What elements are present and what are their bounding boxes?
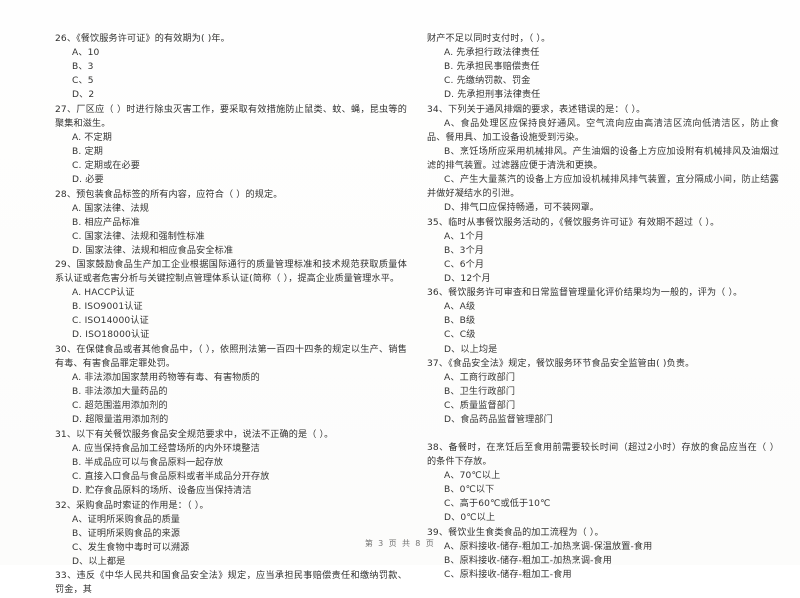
option-b: B、B级 bbox=[444, 316, 476, 327]
page-number-text: 第 3 页 共 8 页 bbox=[364, 539, 436, 548]
question-33-continuation: 财产不足以同时支付时，（ ）。 A. 先承担行政法律责任 B. 先承担民事赔偿责… bbox=[427, 32, 779, 102]
question-39: 39、餐饮业生食类食品的加工流程为（ ）。 A、原料接收-储存-粗加工-加热烹调… bbox=[427, 526, 779, 582]
question-31: 31、以下有关餐饮服务食品安全规范要求中，说法不正确的是（ ）。 A. 应当保持… bbox=[55, 428, 407, 498]
question-37: 37、《食品安全法》规定，餐饮服务环节食品安全监管由( )负责。 A、工商行政部… bbox=[427, 357, 779, 427]
option-c: C、质量监督部门 bbox=[444, 401, 516, 412]
option-c: C. ISO14000认证 bbox=[72, 316, 149, 327]
option-b: B、0℃以下 bbox=[444, 484, 495, 495]
option-a: A. 国家法律、法规 bbox=[72, 203, 149, 214]
option-c: C. 先缴纳罚款、罚金 bbox=[444, 76, 531, 87]
option-c: C. 国家法律、法规和强制性标准 bbox=[72, 231, 205, 242]
question-stem: 32、采购食品时索证的作用是：（ ）。 bbox=[55, 500, 209, 511]
question-30: 30、在保健食品或者其他食品中，（ ），依照刑法第一百四十四条的规定以生产、销售… bbox=[55, 343, 407, 427]
option-d: D、排气口应保持畅通，可不装网罩。 bbox=[444, 203, 600, 214]
option-d: D. 超限量滥用添加剂的 bbox=[72, 415, 169, 426]
option-a: A、工商行政部门 bbox=[444, 373, 516, 384]
option-d: D、以上都是 bbox=[72, 556, 126, 567]
option-d: D、以上均是 bbox=[444, 344, 498, 355]
option-d: D、2 bbox=[72, 90, 95, 101]
option-c: C、5 bbox=[72, 76, 94, 87]
option-c: C、产生大量蒸汽的设备上方应加设机械排风排气装置，宜分隔成小间，防止结露并做好凝… bbox=[427, 174, 779, 200]
question-stem: 26、《餐饮服务许可证》的有效期为( )年。 bbox=[55, 34, 230, 44]
page-columns: 26、《餐饮服务许可证》的有效期为( )年。 A、10 B、3 C、5 D、2 … bbox=[0, 32, 800, 598]
question-29: 29、国家鼓励食品生产加工企业根据国际通行的质量管理标准和技术规范获取质量体系认… bbox=[55, 258, 407, 342]
option-a: A、70℃以上 bbox=[444, 470, 501, 481]
question-stem: 27、厂区应（ ）时进行除虫灭害工作，要采取有效措施防止鼠类、蚊、蝇，昆虫等的聚… bbox=[55, 104, 407, 129]
question-stem: 35、临时从事餐饮服务活动的，《餐饮服务许可证》有效期不超过（ ）。 bbox=[427, 217, 720, 228]
option-c: C. 直接入口食品与食品原料或者半成品分开存放 bbox=[72, 471, 270, 482]
option-b: B、烹饪场所应采用机械排风。产生油烟的设备上方应加设附有机械排风及油烟过滤的排气… bbox=[427, 146, 779, 171]
question-27: 27、厂区应（ ）时进行除虫灭害工作，要采取有效措施防止鼠类、蚊、蝇，昆虫等的聚… bbox=[55, 103, 407, 187]
option-d: D、12个月 bbox=[444, 273, 491, 284]
option-b: B. 定期 bbox=[72, 146, 103, 157]
question-32: 32、采购食品时索证的作用是：（ ）。 A、证明所采购食品的质量 B、证明所采购… bbox=[55, 499, 407, 569]
option-c: C、高于60℃或低于10℃ bbox=[444, 499, 551, 509]
question-stem: 38、备餐时，在烹饪后至食用前需要较长时间（超过2小时）存放的食品应当在（ ）的… bbox=[427, 442, 779, 467]
page-footer: 第 3 页 共 8 页 bbox=[0, 538, 800, 549]
scanned-page: 26、《餐饮服务许可证》的有效期为( )年。 A、10 B、3 C、5 D、2 … bbox=[0, 0, 800, 595]
option-a: A. 应当保持食品加工经营场所的内外环境整洁 bbox=[72, 443, 260, 454]
option-b: B. 相应产品标准 bbox=[72, 217, 140, 228]
question-stem: 31、以下有关餐饮服务食品安全规范要求中，说法不正确的是（ ）。 bbox=[55, 429, 334, 440]
option-a: A、证明所采购食品的质量 bbox=[72, 514, 181, 525]
option-d: D. 国家法律、法规和相应食品安全标准 bbox=[72, 245, 234, 256]
option-a: A. 非法添加国家禁用药物等有毒、有害物质的 bbox=[72, 373, 260, 384]
question-38: 38、备餐时，在烹饪后至食用前需要较长时间（超过2小时）存放的食品应当在（ ）的… bbox=[427, 441, 779, 525]
option-a: A、食品处理区应保持良好通风。空气流向应由高清洁区流向低清洁区，防止食品、餐用具… bbox=[427, 118, 779, 143]
option-c: C、6个月 bbox=[444, 259, 485, 270]
right-column: 财产不足以同时支付时，（ ）。 A. 先承担行政法律责任 B. 先承担民事赔偿责… bbox=[427, 32, 779, 598]
option-c: C. 超范围滥用添加剂的 bbox=[72, 401, 168, 412]
left-column: 26、《餐饮服务许可证》的有效期为( )年。 A、10 B、3 C、5 D、2 … bbox=[55, 32, 407, 598]
option-d: D、食品药品监督管理部门 bbox=[444, 415, 553, 426]
question-28: 28、预包装食品标签的所有内容，应符合（ ）的规定。 A. 国家法律、法规 B.… bbox=[55, 188, 407, 258]
option-a: A、10 bbox=[72, 48, 100, 59]
option-b: B. 非法添加大量药品的 bbox=[72, 387, 168, 398]
option-d: D. ISO18000认证 bbox=[72, 330, 150, 341]
question-35: 35、临时从事餐饮服务活动的，《餐饮服务许可证》有效期不超过（ ）。 A、1个月… bbox=[427, 216, 779, 286]
question-stem: 28、预包装食品标签的所有内容，应符合（ ）的规定。 bbox=[55, 189, 283, 200]
option-b: B. 半成品应可以与食品原料一起存放 bbox=[72, 457, 224, 468]
option-a: A. 不定期 bbox=[72, 132, 113, 143]
option-b: B. ISO9001认证 bbox=[72, 302, 143, 313]
option-d: D、0℃以上 bbox=[444, 513, 496, 524]
question-36: 36、餐饮服务许可审查和日常监督管理量化评价结果均为一般的，评为（ ）。 A、A… bbox=[427, 286, 779, 356]
option-c: C、C级 bbox=[444, 330, 476, 341]
option-c: C. 定期或在必要 bbox=[72, 160, 141, 171]
question-stem: 36、餐饮服务许可审查和日常监督管理量化评价结果均为一般的，评为（ ）。 bbox=[427, 288, 743, 299]
option-d: D. 必要 bbox=[72, 174, 104, 185]
option-d: D. 先承担刑事法律责任 bbox=[444, 90, 541, 101]
question-33: 33、违反《中华人民共和国食品安全法》规定，应当承担民事赔偿责任和缴纳罚款、罚金… bbox=[55, 569, 407, 597]
option-b: B. 先承担民事赔偿责任 bbox=[444, 62, 540, 73]
question-stem: 29、国家鼓励食品生产加工企业根据国际通行的质量管理标准和技术规范获取质量体系认… bbox=[55, 260, 407, 285]
question-stem: 30、在保健食品或者其他食品中，（ ），依照刑法第一百四十四条的规定以生产、销售… bbox=[55, 345, 407, 370]
option-b: B、3 bbox=[72, 62, 94, 73]
question-stem: 财产不足以同时支付时，（ ）。 bbox=[427, 34, 551, 44]
option-a: A. 先承担行政法律责任 bbox=[444, 48, 540, 59]
option-b: B、卫生行政部门 bbox=[444, 387, 516, 398]
question-stem: 37、《食品安全法》规定，餐饮服务环节食品安全监管由( )负责。 bbox=[427, 359, 695, 370]
question-26: 26、《餐饮服务许可证》的有效期为( )年。 A、10 B、3 C、5 D、2 bbox=[55, 32, 407, 102]
question-stem: 34、下列关于通风排烟的要求，表述错误的是：（ ）。 bbox=[427, 104, 646, 115]
question-34: 34、下列关于通风排烟的要求，表述错误的是：（ ）。 A、食品处理区应保持良好通… bbox=[427, 103, 779, 215]
option-a: A. HACCP认证 bbox=[72, 288, 135, 299]
option-b: B、原料接收-储存-粗加工-加热烹调-食用 bbox=[444, 555, 613, 566]
option-a: A、1个月 bbox=[444, 231, 485, 242]
option-c: C、原料接收-储存-粗加工-食用 bbox=[444, 569, 572, 580]
option-a: A、A级 bbox=[444, 302, 476, 313]
option-b: B、3个月 bbox=[444, 245, 485, 256]
option-d: D. 贮存食品原料的场所、设备应当保持清洁 bbox=[72, 486, 252, 496]
question-stem: 33、违反《中华人民共和国食品安全法》规定，应当承担民事赔偿责任和缴纳罚款、罚金… bbox=[55, 571, 407, 596]
